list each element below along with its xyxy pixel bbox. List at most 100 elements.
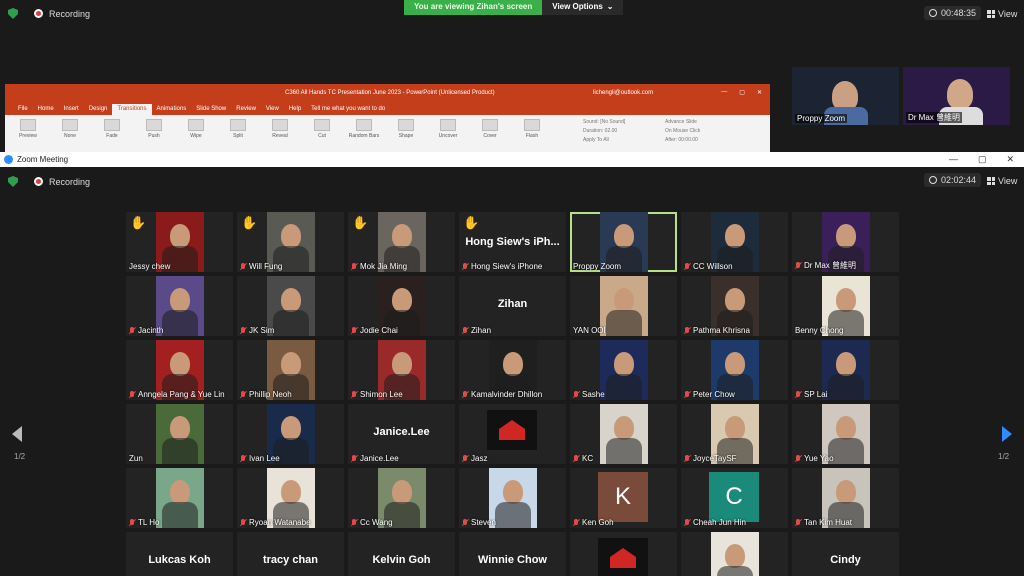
participant-photo — [947, 79, 973, 109]
mic-muted-icon — [684, 263, 690, 270]
close-icon[interactable]: ✕ — [1006, 154, 1014, 165]
previous-page-icon[interactable] — [12, 426, 22, 442]
participant-tile[interactable]: Proppy Zoom — [570, 212, 677, 272]
ppt-tab-transitions[interactable]: Transitions — [112, 104, 152, 115]
ribbon-fade[interactable]: Fade — [95, 119, 129, 139]
ppt-tab-file[interactable]: File — [13, 104, 33, 115]
participant-tile[interactable]: ✋ Mok Jia Ming — [348, 212, 455, 272]
participant-tile[interactable]: Zihan Zihan — [459, 276, 566, 336]
view-button[interactable]: View — [987, 9, 1017, 19]
participant-tile[interactable]: Cindy — [792, 532, 899, 576]
participant-tile[interactable] — [681, 532, 788, 576]
ppt-tab-view[interactable]: View — [261, 104, 284, 115]
participant-name-label: Mok Jia Ming — [351, 262, 407, 271]
participant-tile[interactable]: ✋ Will Fung — [237, 212, 344, 272]
mic-muted-icon — [129, 391, 135, 398]
page-indicator-left: 1/2 — [14, 452, 26, 461]
maximize-icon[interactable]: ▢ — [978, 154, 987, 165]
participant-tile[interactable] — [570, 532, 677, 576]
participant-tile[interactable]: Steven — [459, 468, 566, 528]
participant-tile[interactable]: Shimon Lee — [348, 340, 455, 400]
ppt-tab-design[interactable]: Design — [84, 104, 113, 115]
participant-tile[interactable]: KC — [570, 404, 677, 464]
participant-name-label: Jessy chew — [129, 262, 170, 271]
participant-name-label: Kamalvinder Dhillon — [462, 390, 542, 399]
mic-muted-icon — [462, 519, 468, 526]
participant-tile[interactable]: Peter Chow — [681, 340, 788, 400]
participant-tile[interactable]: Dr Max 曾維明 — [792, 212, 899, 272]
ribbon-random-bars[interactable]: Random Bars — [347, 119, 381, 139]
participant-tile[interactable]: Lukcas Koh — [126, 532, 233, 576]
ppt-tab-review[interactable]: Review — [231, 104, 261, 115]
participant-photo — [156, 468, 204, 528]
ribbon-cover[interactable]: Cover — [473, 119, 507, 139]
participant-tile[interactable]: Anngela Pang & Yue Lin — [126, 340, 233, 400]
minimize-icon[interactable]: — — [949, 154, 958, 165]
maximize-icon[interactable]: ▢ — [739, 89, 745, 96]
apply-to-all[interactable]: Apply To All — [583, 136, 625, 145]
close-icon[interactable]: ✕ — [757, 89, 762, 96]
next-page-icon[interactable] — [1002, 426, 1012, 442]
participant-tile[interactable]: C Cheah Jun Hin — [681, 468, 788, 528]
participant-tile[interactable]: SP Lai — [792, 340, 899, 400]
ppt-tab-help[interactable]: Help — [284, 104, 306, 115]
avatar: C — [709, 472, 759, 522]
viewing-screen-label: You are viewing Zihan's screen — [404, 0, 543, 15]
participant-tile[interactable]: JK Sim — [237, 276, 344, 336]
participant-tile[interactable]: Ryoan Watanabe — [237, 468, 344, 528]
participant-tile[interactable]: Phillip Neoh — [237, 340, 344, 400]
participant-tile[interactable]: Jodie Chai — [348, 276, 455, 336]
participant-tile[interactable]: Pathma Khrisna — [681, 276, 788, 336]
view-button[interactable]: View — [987, 176, 1017, 186]
participant-tile[interactable]: Yue Yao — [792, 404, 899, 464]
participant-tile[interactable]: K Ken Goh — [570, 468, 677, 528]
mini-tile[interactable]: Proppy Zoom — [792, 67, 899, 125]
participant-tile[interactable]: Kamalvinder Dhillon — [459, 340, 566, 400]
ppt-tab-slideshow[interactable]: Slide Show — [191, 104, 231, 115]
ribbon-wipe[interactable]: Wipe — [179, 119, 213, 139]
ppt-tab-insert[interactable]: Insert — [59, 104, 84, 115]
ribbon-preview[interactable]: Preview — [11, 119, 45, 139]
participant-tile[interactable]: TL Ho — [126, 468, 233, 528]
view-options-button[interactable]: View Options ⌄ — [542, 0, 624, 15]
participant-tile[interactable]: Cc Wang — [348, 468, 455, 528]
ppt-tell-me[interactable]: Tell me what you want to do — [306, 104, 390, 115]
participant-tile[interactable]: Sashe — [570, 340, 677, 400]
ribbon-flash[interactable]: Flash — [515, 119, 549, 139]
participant-name-label: Cheah Jun Hin — [684, 518, 746, 527]
mic-muted-icon — [351, 391, 357, 398]
sound-field[interactable]: Sound: [No Sound] — [583, 118, 625, 127]
participant-name-label: Proppy Zoom — [573, 262, 621, 271]
ribbon-reveal[interactable]: Reveal — [263, 119, 297, 139]
participant-tile[interactable]: JoyceTaySF — [681, 404, 788, 464]
ribbon-shape[interactable]: Shape — [389, 119, 423, 139]
after-field[interactable]: After: 00:00.00 — [665, 136, 700, 145]
participant-tile[interactable]: Hong Siew's iPh... ✋ Hong Siew's iPhone — [459, 212, 566, 272]
participant-tile[interactable]: Winnie Chow — [459, 532, 566, 576]
mini-tile[interactable]: Dr Max 曾維明 — [903, 67, 1010, 125]
ppt-tab-home[interactable]: Home — [33, 104, 59, 115]
participant-name: Benny Chong — [795, 326, 844, 335]
participant-tile[interactable]: Zun — [126, 404, 233, 464]
participant-tile[interactable]: tracy chan — [237, 532, 344, 576]
on-mouse-click[interactable]: On Mouse Click — [665, 127, 700, 136]
participant-tile[interactable]: ✋ Jessy chew — [126, 212, 233, 272]
participant-tile[interactable]: Ivan Lee — [237, 404, 344, 464]
participant-tile[interactable]: YAN OOI — [570, 276, 677, 336]
ribbon-split[interactable]: Split — [221, 119, 255, 139]
participant-tile[interactable]: Jasz — [459, 404, 566, 464]
participant-tile[interactable]: Kelvin Goh — [348, 532, 455, 576]
ribbon-push[interactable]: Push — [137, 119, 171, 139]
participant-tile[interactable]: Jacinth — [126, 276, 233, 336]
duration-field[interactable]: Duration: 02.00 — [583, 127, 625, 136]
participant-name-label: SP Lai — [795, 390, 827, 399]
participant-tile[interactable]: CC Willson — [681, 212, 788, 272]
minimize-icon[interactable]: — — [721, 89, 727, 96]
participant-tile[interactable]: Benny Chong — [792, 276, 899, 336]
ribbon-none[interactable]: None — [53, 119, 87, 139]
ppt-tab-animations[interactable]: Animations — [152, 104, 192, 115]
participant-tile[interactable]: Janice.Lee Janice.Lee — [348, 404, 455, 464]
ribbon-cut[interactable]: Cut — [305, 119, 339, 139]
ribbon-uncover[interactable]: Uncover — [431, 119, 465, 139]
participant-tile[interactable]: Tan Kim Huat — [792, 468, 899, 528]
